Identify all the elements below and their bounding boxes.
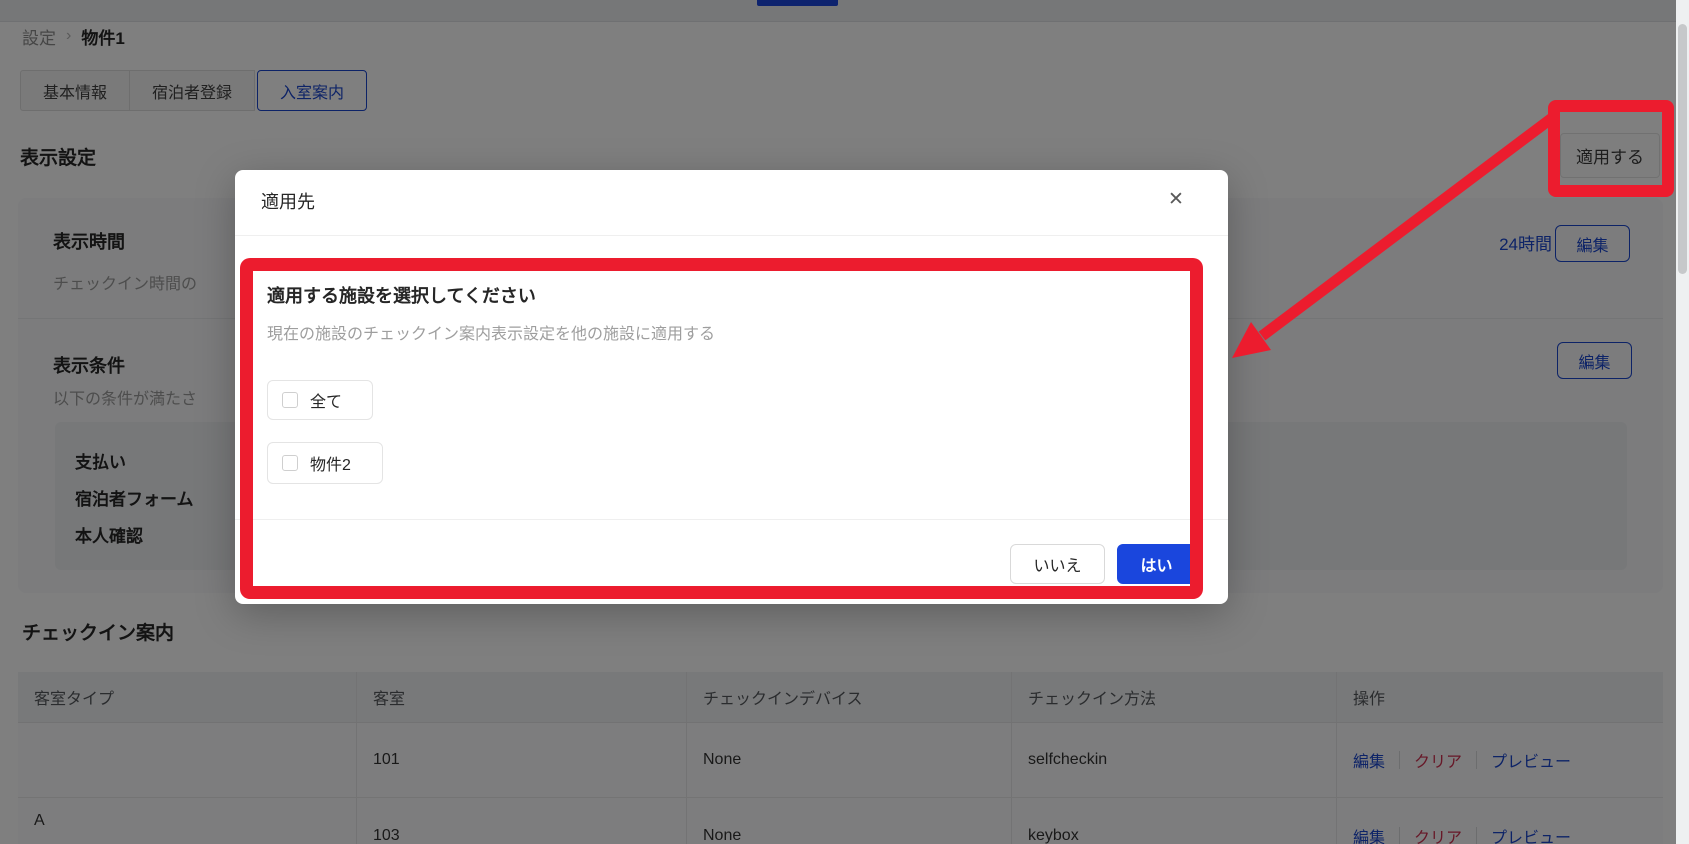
page-scrollbar[interactable] (1676, 0, 1689, 844)
close-icon[interactable]: ✕ (1161, 184, 1191, 214)
checkbox-icon[interactable] (282, 455, 298, 471)
screen: 設定 › 物件1 基本情報 宿泊者登録 入室案内 表示設定 適用する 表示時間 … (0, 0, 1689, 844)
modal-title: 適用先 (261, 188, 315, 214)
facility-option-label: 物件2 (310, 451, 351, 475)
scrollbar-thumb[interactable] (1678, 24, 1687, 274)
facility-option-label: 全て (310, 388, 342, 412)
facility-option-all[interactable]: 全て (267, 380, 373, 420)
modal-description: 現在の施設のチェックイン案内表示設定を他の施設に適用する (267, 320, 715, 344)
modal-heading: 適用する施設を選択してください (267, 282, 536, 308)
facility-option-property2[interactable]: 物件2 (267, 442, 383, 484)
checkbox-icon[interactable] (282, 392, 298, 408)
modal-header-divider (235, 235, 1228, 236)
confirm-button[interactable]: はい (1117, 544, 1196, 584)
cancel-button[interactable]: いいえ (1010, 544, 1105, 584)
apply-target-modal: 適用先 ✕ 適用する施設を選択してください 現在の施設のチェックイン案内表示設定… (235, 170, 1228, 604)
modal-footer-divider (235, 519, 1228, 520)
